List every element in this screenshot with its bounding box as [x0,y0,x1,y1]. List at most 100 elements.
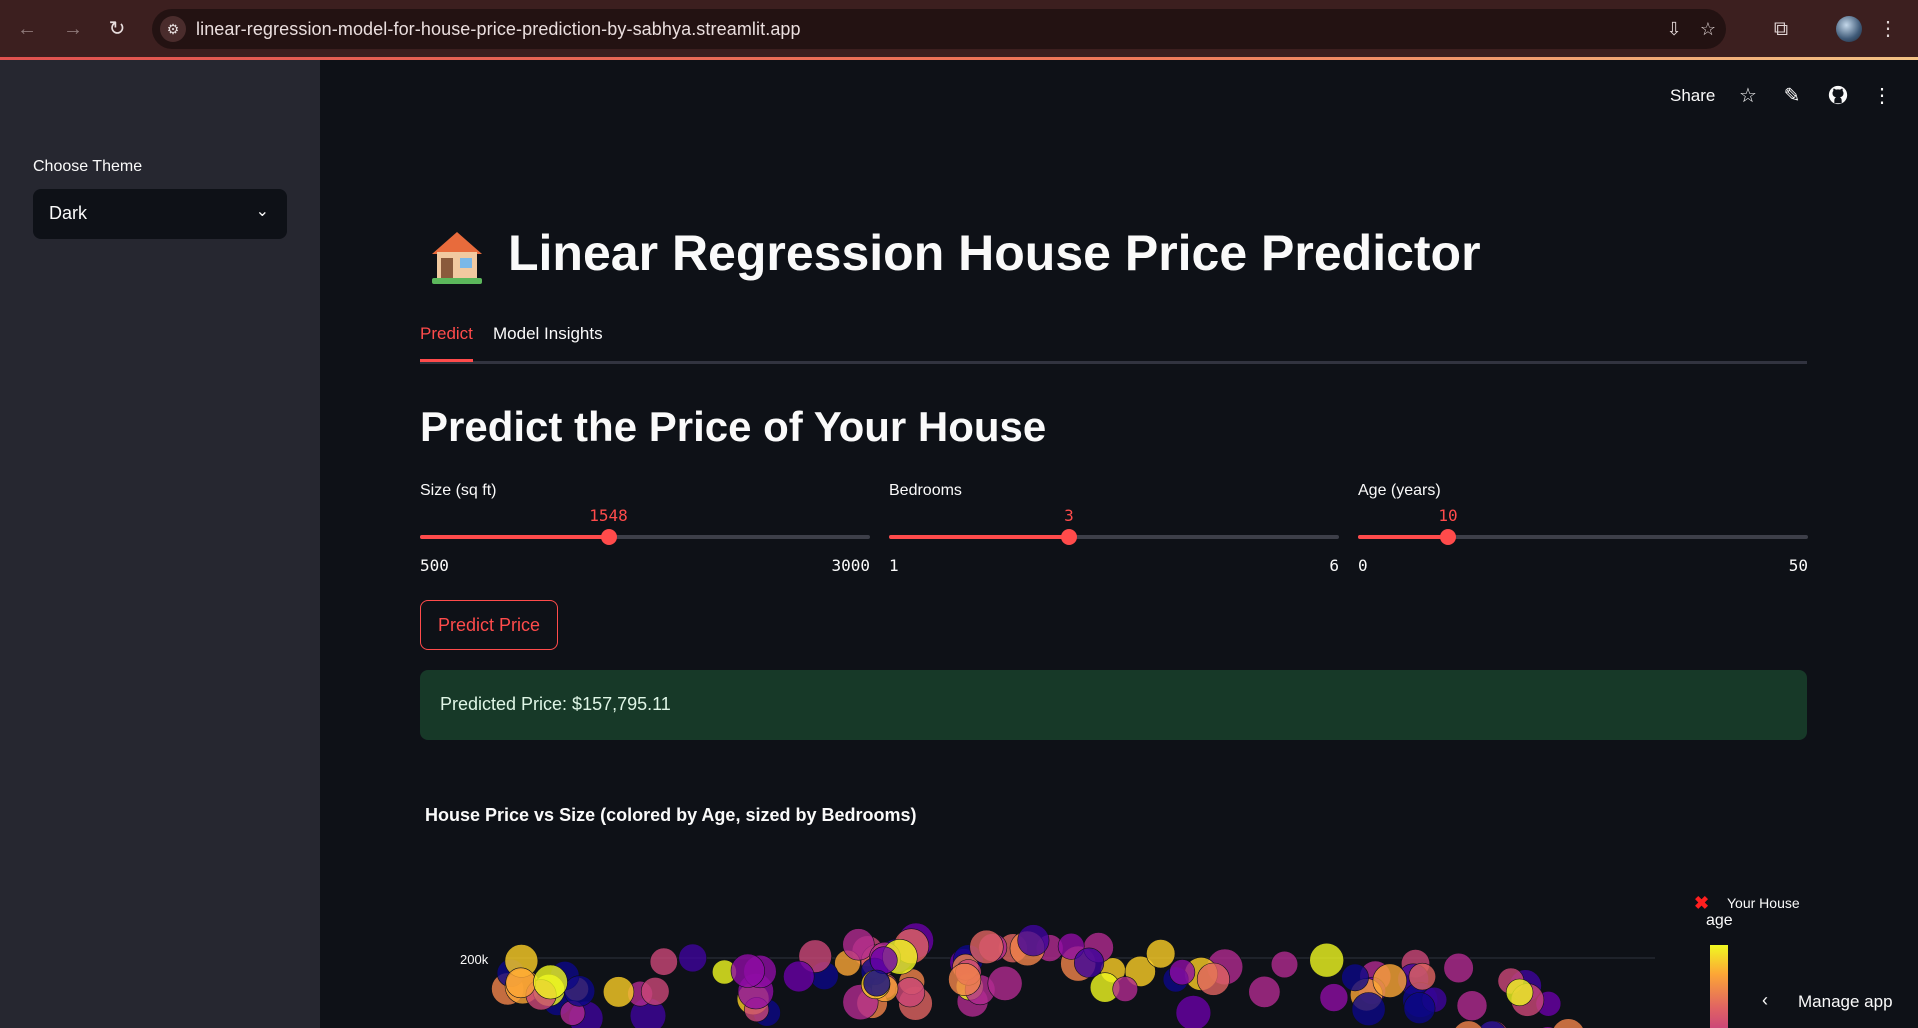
slider-track[interactable] [1358,529,1808,545]
tab-model-insights[interactable]: Model Insights [493,324,603,344]
slider-thumb[interactable] [600,529,617,545]
slider-value: 10 [1438,506,1458,525]
data-point[interactable] [969,929,1004,965]
tab-bar: Predict Model Insights [420,322,1807,364]
data-point[interactable] [1309,942,1345,978]
section-heading: Predict the Price of Your House [420,403,1047,450]
colorbar-title: age [1706,912,1733,929]
manage-app-label: Manage app [1798,992,1893,1011]
slider-track[interactable] [889,529,1339,545]
slider-min: 500 [420,556,449,575]
extensions-icon[interactable]: ⧉ [1768,16,1794,42]
data-point[interactable] [948,963,982,997]
data-point[interactable] [1146,939,1176,969]
data-point[interactable] [1505,978,1534,1007]
data-point[interactable] [730,953,765,988]
data-point[interactable] [1112,976,1139,1002]
page-title: Linear Regression House Price Predictor [508,225,1481,281]
data-point[interactable] [678,943,708,973]
data-point[interactable] [1351,992,1386,1027]
data-point[interactable] [1017,924,1050,957]
slider-value: 1548 [589,506,628,525]
slider-label: Size (sq ft) [420,482,497,499]
manage-app-button[interactable]: ‹ Manage app [1748,982,1918,1022]
chevron-down-icon: ⌄ [255,203,269,220]
data-point[interactable] [1270,950,1299,979]
address-bar[interactable]: ⚙ linear-regression-model-for-house-pric… [152,9,1726,49]
theme-select-value: Dark [49,203,88,223]
predict-price-button[interactable]: Predict Price [420,600,558,650]
tab-predict[interactable]: Predict [420,324,473,344]
size-slider[interactable]: Size (sq ft) 1548 500 3000 [420,480,870,580]
chart-title: House Price vs Size (colored by Age, siz… [425,805,917,825]
data-point[interactable] [1456,990,1488,1021]
data-point[interactable] [1248,975,1281,1008]
slider-thumb[interactable] [1061,529,1077,545]
data-point[interactable] [1403,992,1436,1025]
data-point[interactable] [1073,947,1105,978]
data-point[interactable] [1196,962,1230,996]
data-point[interactable] [533,964,568,1000]
data-point[interactable] [1453,1020,1485,1028]
forward-arrow-icon[interactable]: → [60,16,86,42]
scatter-chart[interactable]: 200k [420,850,1660,1028]
install-app-icon[interactable]: ⇩ [1662,17,1686,41]
share-button[interactable]: Share [1670,86,1715,106]
your-house-marker-icon: ✖ [1694,893,1710,913]
data-point[interactable] [783,960,815,993]
slider-max: 50 [1788,556,1808,575]
back-arrow-icon[interactable]: ← [14,16,40,42]
data-point[interactable] [1443,952,1474,984]
chevron-left-icon: ‹ [1762,990,1768,1010]
star-icon[interactable]: ☆ [1736,84,1760,108]
bedrooms-slider[interactable]: Bedrooms 3 1 6 [889,480,1339,580]
age-slider[interactable]: Age (years) 10 0 50 [1358,480,1808,580]
y-tick-label: 200k [460,952,489,967]
data-point[interactable] [894,977,926,1008]
data-point[interactable] [1372,963,1407,998]
more-vertical-icon[interactable]: ⋮ [1870,84,1894,108]
data-point[interactable] [505,967,537,999]
data-point[interactable] [1552,1018,1585,1028]
slider-label: Age (years) [1358,482,1441,499]
data-point[interactable] [1175,995,1212,1028]
data-point[interactable] [603,976,635,1008]
success-alert: Predicted Price: $157,795.11 [420,670,1807,740]
data-point[interactable] [863,969,891,997]
data-point[interactable] [1169,959,1196,986]
profile-avatar[interactable] [1836,16,1862,42]
url-text[interactable]: linear-regression-model-for-house-price-… [196,19,801,40]
data-point[interactable] [563,975,596,1007]
slider-min: 1 [889,556,899,575]
slider-max: 3000 [831,556,870,575]
reload-icon[interactable]: ↻ [104,16,130,42]
slider-fill [1358,535,1448,539]
slider-fill [420,535,609,539]
data-point[interactable] [649,947,678,976]
data-points [491,922,1585,1028]
data-point[interactable] [1341,963,1369,992]
theme-label: Choose Theme [33,158,143,175]
github-icon[interactable] [1826,84,1850,108]
data-point[interactable] [1408,962,1436,991]
legend-your-house[interactable]: Your House [1727,895,1800,911]
slider-track[interactable] [420,529,870,545]
edit-pencil-icon[interactable]: ✎ [1780,84,1804,108]
data-point[interactable] [869,946,898,974]
slider-fill [889,535,1069,539]
slider-min: 0 [1358,556,1368,575]
active-tab-indicator [420,359,473,362]
site-settings-icon[interactable]: ⚙ [160,16,186,42]
slider-max: 6 [1329,556,1339,575]
more-vertical-icon[interactable]: ⋮ [1878,16,1898,42]
data-point[interactable] [1319,983,1349,1012]
theme-select[interactable]: Dark ⌄ [33,189,287,239]
slider-value: 3 [1064,506,1074,525]
data-point[interactable] [987,965,1023,1001]
slider-thumb[interactable] [1440,529,1456,545]
house-icon [432,232,482,284]
data-point[interactable] [640,977,670,1006]
slider-label: Bedrooms [889,482,962,499]
predicted-price-text: Predicted Price: $157,795.11 [440,694,671,714]
bookmark-star-icon[interactable]: ☆ [1696,17,1720,41]
